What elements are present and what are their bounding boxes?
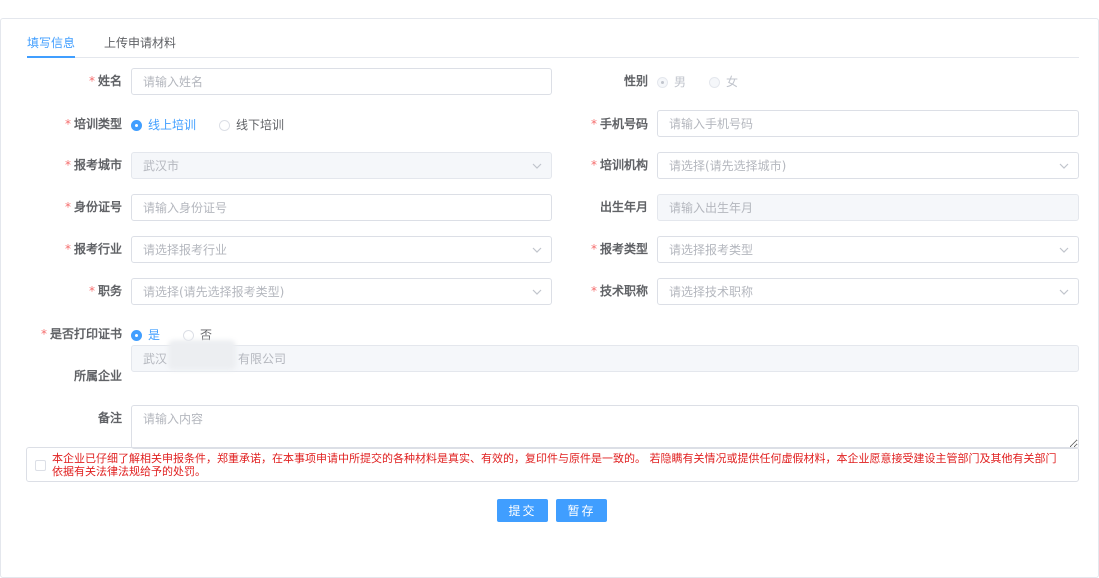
birth-label: 出生年月 [599, 200, 648, 214]
chevron-down-icon [532, 247, 542, 253]
tab-fill-info[interactable]: 填写信息 [27, 36, 75, 50]
tech-title-label: * 技术职称 [590, 284, 648, 298]
radio-circle [183, 329, 194, 341]
phone-label: * 手机号码 [590, 117, 648, 131]
radio-circle [657, 76, 668, 88]
company-label: 所属企业 [73, 369, 122, 383]
required-mark: * [590, 242, 597, 256]
radio-circle [219, 119, 230, 131]
required-mark: * [590, 284, 597, 298]
required-mark: * [64, 242, 71, 256]
industry-select[interactable]: 请选择报考行业 [131, 236, 552, 263]
commitment-notice: 本企业已仔细了解相关申报条件，郑重承诺，在本事项申请中所提交的各种材料是真实、有… [26, 447, 1079, 482]
tech-title-select[interactable]: 请选择技术职称 [657, 278, 1079, 305]
exam-type-label: * 报考类型 [590, 242, 648, 256]
submit-button[interactable]: 提交 [497, 499, 548, 522]
chevron-down-icon [532, 163, 542, 169]
id-number-input[interactable] [131, 194, 552, 221]
commitment-checkbox[interactable] [35, 460, 46, 471]
exam-type-select[interactable]: 请选择报考类型 [657, 236, 1079, 263]
required-mark: * [64, 117, 71, 131]
city-select[interactable]: 武汉市 [131, 152, 552, 179]
company-value-suffix: 有限公司 [238, 352, 287, 366]
commitment-text: 本企业已仔细了解相关申报条件，郑重承诺，在本事项申请中所提交的各种材料是真实、有… [52, 452, 1057, 478]
required-mark: * [88, 74, 95, 88]
active-tab-indicator [27, 56, 75, 58]
gender-radio-male[interactable]: 男 [657, 75, 686, 89]
required-mark: * [590, 158, 597, 172]
gender-label: 性别 [623, 74, 648, 88]
radio-circle [131, 329, 142, 341]
gender-radio-female[interactable]: 女 [709, 75, 738, 89]
industry-label: * 报考行业 [64, 242, 122, 256]
training-radio-online[interactable]: 线上培训 [131, 118, 196, 132]
chevron-down-icon [1059, 289, 1069, 295]
name-input[interactable] [131, 68, 552, 95]
tab-upload-materials[interactable]: 上传申请材料 [104, 36, 176, 50]
remark-textarea[interactable] [131, 405, 1079, 449]
tab-bar: 填写信息 上传申请材料 [27, 35, 1079, 58]
institution-label: * 培训机构 [590, 158, 648, 172]
company-field: 武汉 有限公司 [131, 340, 1079, 372]
birth-input[interactable] [657, 194, 1079, 221]
company-value-prefix: 武汉 [143, 352, 168, 366]
required-mark: * [64, 158, 71, 172]
phone-input[interactable] [657, 110, 1079, 137]
required-mark: * [88, 284, 95, 298]
position-label: * 职务 [88, 284, 122, 298]
remark-label: 备注 [97, 411, 122, 425]
city-label: * 报考城市 [64, 158, 122, 172]
training-radio-offline[interactable]: 线下培训 [219, 118, 284, 132]
radio-circle [131, 119, 142, 131]
redacted-area [168, 340, 236, 370]
print-cert-radio-yes[interactable]: 是 [131, 328, 160, 342]
required-mark: * [40, 327, 47, 341]
chevron-down-icon [1059, 163, 1069, 169]
save-draft-button[interactable]: 暂存 [556, 499, 607, 522]
institution-select[interactable]: 请选择(请先选择城市) [657, 152, 1079, 179]
id-number-label: * 身份证号 [64, 200, 122, 214]
print-cert-label: * 是否打印证书 [40, 327, 122, 341]
chevron-down-icon [1059, 247, 1069, 253]
required-mark: * [64, 200, 71, 214]
training-type-label: * 培训类型 [64, 117, 122, 131]
chevron-down-icon [532, 289, 542, 295]
name-label: * 姓名 [88, 74, 122, 88]
radio-circle [709, 76, 720, 88]
required-mark: * [590, 117, 597, 131]
position-select[interactable]: 请选择(请先选择报考类型) [131, 278, 552, 305]
